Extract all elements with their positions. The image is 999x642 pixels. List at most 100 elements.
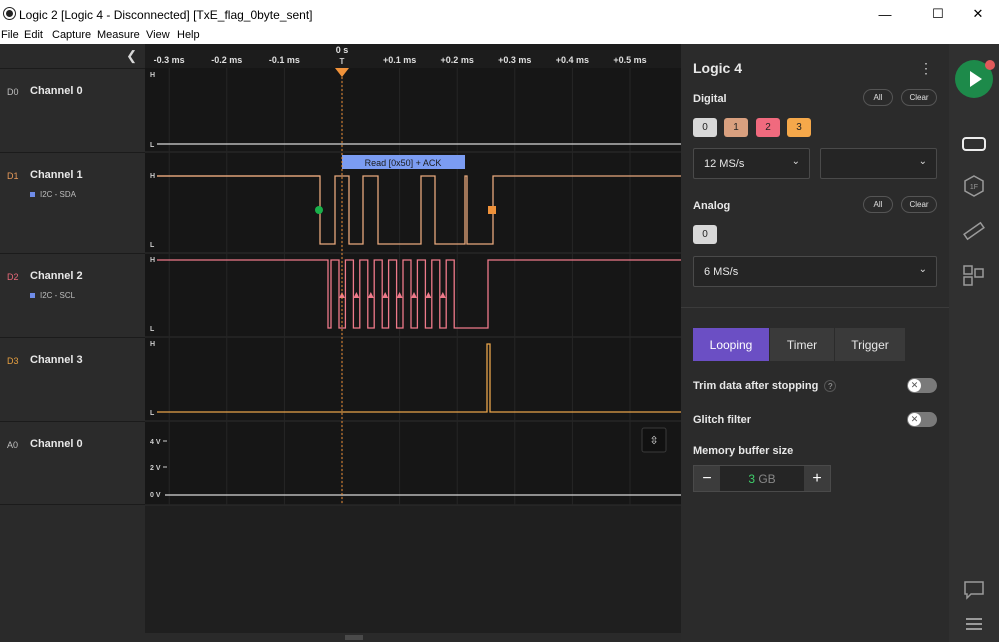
digital-voltage-select[interactable]: ⌄: [820, 148, 937, 179]
analyzer-tag: I2C - SCL: [30, 291, 75, 300]
menu-edit[interactable]: Edit: [24, 29, 43, 41]
time-tick-label: +0.3 ms: [498, 55, 531, 65]
horizontal-scroll-thumb[interactable]: [345, 635, 363, 640]
channel-name: Channel 1: [30, 169, 83, 181]
trigger-label: T: [340, 57, 345, 66]
digital-sample-rate-select[interactable]: 12 MS/s ⌄: [693, 148, 810, 179]
time-tick-label: +0.5 ms: [613, 55, 646, 65]
channel-name: Channel 0: [30, 85, 83, 97]
menu-capture[interactable]: Capture: [52, 29, 91, 41]
d1-high-label: H: [150, 173, 155, 180]
menu-view[interactable]: View: [146, 29, 170, 41]
channel-id: D3: [7, 356, 19, 366]
analog-channel-0-chip[interactable]: 0: [693, 225, 717, 244]
disconnected-dot-icon: [985, 60, 995, 70]
device-icon[interactable]: [962, 133, 986, 155]
more-options-icon[interactable]: ⋮: [919, 60, 933, 77]
logic-app-icon: [4, 8, 15, 19]
analyzers-icon[interactable]: 1F: [962, 175, 986, 197]
channel-row-d3[interactable]: D3 Channel 3: [0, 337, 145, 421]
tab-timer[interactable]: Timer: [770, 328, 835, 361]
time-tick-label: -0.1 ms: [269, 55, 300, 65]
glitch-label: Glitch filter: [693, 414, 752, 426]
d1-low-label: L: [150, 242, 155, 249]
panel-divider: [681, 307, 949, 308]
window-title: Logic 2 [Logic 4 - Disconnected] [TxE_fl…: [19, 8, 313, 22]
d0-high-label: H: [150, 72, 155, 79]
digital-channel-3-chip[interactable]: 3: [787, 118, 811, 137]
decrease-memory-button[interactable]: −: [694, 466, 720, 491]
time-tick-label: +0.1 ms: [383, 55, 416, 65]
stop-marker-icon: [488, 206, 496, 214]
analog-sample-rate-value: 6 MS/s: [704, 266, 739, 278]
digital-sample-rate-value: 12 MS/s: [704, 158, 745, 170]
waveform-canvas[interactable]: -0.3 ms -0.2 ms -0.1 ms +0.1 ms +0.2 ms +0.3 …: [145, 44, 681, 642]
analog-all-button[interactable]: All: [863, 196, 893, 213]
close-button[interactable]: ✕: [955, 0, 999, 28]
d3-low-label: L: [150, 410, 155, 417]
digital-clear-button[interactable]: Clear: [901, 89, 937, 106]
decoder-frame-label: Read [0x50] + ACK: [365, 158, 442, 168]
tab-looping[interactable]: Looping: [693, 328, 770, 361]
analyzer-label: I2C - SCL: [40, 291, 76, 300]
chevron-left-icon[interactable]: ❮: [126, 48, 137, 64]
collapse-bar: ❮: [0, 44, 145, 68]
analog-sample-rate-select[interactable]: 6 MS/s ⌄: [693, 256, 937, 287]
chat-icon[interactable]: [962, 579, 986, 601]
menu-bar: File Edit Capture Measure View Help: [0, 28, 999, 44]
glitch-toggle[interactable]: ✕: [907, 412, 937, 427]
chevron-down-icon: ⌄: [918, 156, 927, 167]
memory-label: Memory buffer size: [693, 445, 794, 457]
analog-axis-4v: 4 V: [150, 439, 161, 446]
start-marker-icon: [315, 206, 323, 214]
digital-channel-1-chip[interactable]: 1: [724, 118, 748, 137]
digital-all-button[interactable]: All: [863, 89, 893, 106]
channel-row-d2[interactable]: D2 Channel 2 I2C - SCL: [0, 253, 145, 337]
digital-channel-2-chip[interactable]: 2: [756, 118, 780, 137]
title-bar: Logic 2 [Logic 4 - Disconnected] [TxE_fl…: [0, 0, 999, 28]
trim-toggle[interactable]: ✕: [907, 378, 937, 393]
d0-low-label: L: [150, 142, 155, 149]
extensions-icon[interactable]: [962, 264, 986, 286]
channel-list: ❮ D0 Channel 0 D1 Channel 1 I2C - SDA D2…: [0, 44, 145, 642]
channel-name: Channel 2: [30, 270, 83, 282]
chevron-down-icon: ⌄: [791, 156, 800, 167]
channel-row-d0[interactable]: D0 Channel 0: [0, 68, 145, 152]
trigger-time-label: 0 s: [336, 45, 349, 55]
menu-measure[interactable]: Measure: [97, 29, 140, 41]
autoscale-icon: ⇳: [649, 434, 658, 447]
digital-label: Digital: [693, 93, 727, 105]
digital-channel-0-chip[interactable]: 0: [693, 118, 717, 137]
menu-help[interactable]: Help: [177, 29, 200, 41]
d2-high-label: H: [150, 257, 155, 264]
channel-row-a0[interactable]: A0 Channel 0: [0, 421, 145, 505]
sidebar-toolbar: 1F: [949, 44, 999, 642]
time-tick-label: +0.2 ms: [441, 55, 474, 65]
menu-icon[interactable]: [962, 613, 986, 635]
minimize-button[interactable]: —: [862, 0, 908, 28]
menu-file[interactable]: File: [1, 29, 19, 41]
channel-id: D0: [7, 87, 19, 97]
toggle-off-icon: ✕: [908, 413, 921, 426]
waveform-view[interactable]: -0.3 ms -0.2 ms -0.1 ms +0.1 ms +0.2 ms +0.3 …: [145, 44, 681, 642]
start-capture-button[interactable]: [955, 60, 995, 98]
chevron-down-icon: ⌄: [918, 264, 927, 275]
tab-trigger[interactable]: Trigger: [835, 328, 906, 361]
analog-clear-button[interactable]: Clear: [901, 196, 937, 213]
channel-row-d1[interactable]: D1 Channel 1 I2C - SDA: [0, 152, 145, 253]
time-tick-label: -0.2 ms: [211, 55, 242, 65]
time-tick-label: +0.4 ms: [556, 55, 589, 65]
info-icon[interactable]: ?: [824, 380, 837, 393]
svg-text:1F: 1F: [970, 184, 978, 191]
measure-icon[interactable]: [962, 220, 986, 242]
analyzer-tag: I2C - SDA: [30, 190, 76, 199]
increase-memory-button[interactable]: +: [804, 466, 830, 491]
device-name: Logic 4: [693, 60, 743, 76]
d3-high-label: H: [150, 341, 155, 348]
memory-value-field[interactable]: 3 GB: [720, 472, 804, 486]
capture-mode-tabs: Looping Timer Trigger: [693, 328, 906, 361]
memory-stepper: − 3 GB +: [693, 465, 831, 492]
memory-value: 3: [748, 472, 755, 486]
channel-id: D2: [7, 272, 19, 282]
trim-label: Trim data after stopping: [693, 380, 819, 392]
